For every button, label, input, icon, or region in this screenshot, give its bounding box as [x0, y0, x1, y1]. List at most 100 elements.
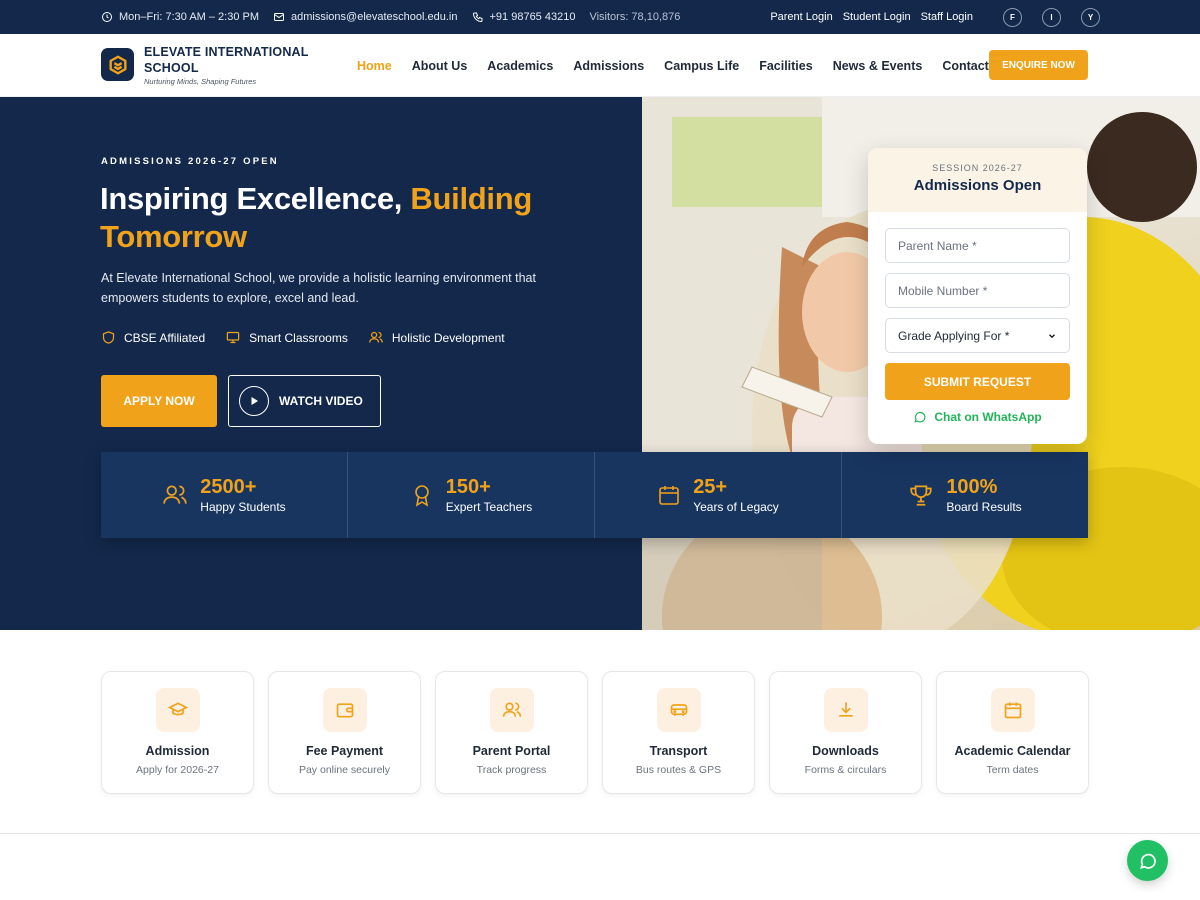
email-item[interactable]: admissions@elevateschool.edu.in: [273, 11, 458, 23]
whatsapp-label: Chat on WhatsApp: [934, 410, 1042, 424]
whatsapp-icon: [914, 411, 926, 423]
nav-home[interactable]: Home: [357, 59, 392, 73]
stat-results: 100% Board Results: [842, 452, 1088, 538]
form-title: Admissions Open: [913, 177, 1042, 194]
feature-holistic: Holistic Development: [368, 330, 505, 345]
feature-label: Smart Classrooms: [249, 330, 348, 345]
phone-text[interactable]: +91 98765 43210: [490, 11, 576, 23]
whatsapp-chat-link[interactable]: Chat on WhatsApp: [868, 410, 1087, 424]
quick-card-academic-calendar[interactable]: Academic Calendar Term dates: [936, 671, 1089, 794]
stat-label: Expert Teachers: [445, 500, 533, 514]
quick-card-fee-payment[interactable]: Fee Payment Pay online securely: [268, 671, 421, 794]
calendar-icon: [990, 688, 1035, 732]
phone-item[interactable]: +91 98765 43210: [472, 11, 576, 23]
users-icon: [163, 485, 187, 504]
users-icon: [489, 688, 534, 732]
users-icon: [368, 331, 383, 343]
trophy-icon: [910, 485, 932, 506]
quick-card-transport[interactable]: Transport Bus routes & GPS: [602, 671, 755, 794]
visitor-count: Visitors: 78,10,876: [589, 11, 681, 23]
staff-login-link[interactable]: Staff Login: [921, 11, 973, 23]
stat-students: 2500+ Happy Students: [101, 452, 348, 538]
school-logo-icon[interactable]: [101, 48, 134, 81]
bus-icon: [656, 688, 701, 732]
feature-smart-classrooms: Smart Classrooms: [225, 330, 348, 345]
student-login-link[interactable]: Student Login: [843, 11, 911, 23]
apply-now-button[interactable]: APPLY NOW: [101, 375, 217, 427]
shield-icon: [102, 331, 115, 344]
quick-card-subtitle: Term dates: [986, 764, 1039, 776]
quick-card-parent-portal[interactable]: Parent Portal Track progress: [435, 671, 588, 794]
section-divider: [0, 833, 1200, 834]
feature-cbse: CBSE Affiliated: [101, 330, 205, 345]
watch-video-button[interactable]: WATCH VIDEO: [228, 375, 381, 427]
watch-video-label: WATCH VIDEO: [279, 394, 363, 408]
quick-card-admission[interactable]: Admission Apply for 2026-27: [101, 671, 254, 794]
hours-item: Mon–Fri: 7:30 AM – 2:30 PM: [101, 11, 259, 23]
login-links: Parent Login Student Login Staff Login F…: [770, 0, 1100, 34]
play-icon: [239, 386, 269, 416]
download-icon: [823, 688, 868, 732]
nav-about-us[interactable]: About Us: [412, 59, 468, 73]
chat-bubble-icon: [1139, 853, 1156, 869]
contact-info: Mon–Fri: 7:30 AM – 2:30 PM admissions@el…: [101, 0, 680, 34]
chevron-down-icon: [1049, 333, 1055, 338]
email-text[interactable]: admissions@elevateschool.edu.in: [291, 11, 457, 23]
submit-request-button[interactable]: SUBMIT REQUEST: [885, 363, 1070, 400]
quick-card-title: Downloads: [812, 744, 879, 758]
facebook-icon[interactable]: F: [1003, 7, 1022, 27]
school-tagline: Nurturing Minds, Shaping Futures: [144, 77, 257, 86]
top-info-bar: Mon–Fri: 7:30 AM – 2:30 PM admissions@el…: [0, 0, 1200, 34]
award-icon: [414, 485, 429, 507]
hero-section: [0, 97, 642, 630]
stat-value: 150+: [445, 476, 491, 498]
hero-description: At Elevate International School, we prov…: [101, 271, 536, 305]
brand-block[interactable]: ELEVATE INTERNATIONAL SCHOOL Nurturing M…: [144, 44, 314, 86]
enquire-now-button[interactable]: ENQUIRE NOW: [989, 50, 1088, 80]
stat-label: Board Results: [946, 500, 1022, 514]
stat-legacy: 25+ Years of Legacy: [595, 452, 842, 538]
form-header: SESSION 2026-27 Admissions Open: [868, 148, 1087, 212]
grade-select-value: Grade Applying For *: [898, 328, 1010, 343]
quick-card-title: Fee Payment: [305, 744, 384, 758]
parent-login-link[interactable]: Parent Login: [770, 11, 832, 23]
wallet-icon: [322, 688, 367, 732]
hero-features: CBSE Affiliated Smart Classrooms Holisti…: [101, 330, 505, 345]
hero-eyebrow: ADMISSIONS 2026-27 OPEN: [101, 156, 279, 167]
stat-value: 2500+: [200, 476, 257, 498]
calendar-icon: [659, 486, 679, 505]
hero-title: Inspiring Excellence, Building Tomorrow: [100, 180, 570, 256]
instagram-icon[interactable]: I: [1042, 7, 1061, 27]
stats-strip: 2500+ Happy Students 150+ Expert Teachers …: [101, 452, 1088, 538]
stat-teachers: 150+ Expert Teachers: [348, 452, 595, 538]
nav-facilities[interactable]: Facilities: [759, 59, 813, 73]
nav-news-events[interactable]: News & Events: [833, 59, 923, 73]
nav-admissions[interactable]: Admissions: [573, 59, 644, 73]
quick-card-subtitle: Pay online securely: [298, 764, 391, 776]
quick-card-subtitle: Apply for 2026-27: [136, 764, 219, 776]
chat-fab-button[interactable]: [1127, 840, 1168, 881]
main-nav: Home About Us Academics Admissions Campu…: [357, 34, 1008, 97]
phone-icon: [472, 12, 482, 23]
quick-card-downloads[interactable]: Downloads Forms & circulars: [769, 671, 922, 794]
quick-card-title: Admission: [145, 744, 210, 758]
hero-title-main: Inspiring Excellence,: [100, 181, 411, 216]
nav-academics[interactable]: Academics: [487, 59, 553, 73]
quick-card-subtitle: Track progress: [476, 764, 547, 776]
admission-form-card: SESSION 2026-27 Admissions Open Parent N…: [868, 148, 1087, 444]
mail-icon: [274, 13, 285, 21]
stat-value: 25+: [693, 476, 728, 498]
parent-name-field[interactable]: Parent Name *: [885, 228, 1070, 263]
feature-label: CBSE Affiliated: [124, 330, 206, 345]
youtube-icon[interactable]: Y: [1081, 7, 1100, 27]
hours-text: Mon–Fri: 7:30 AM – 2:30 PM: [119, 11, 260, 23]
nav-campus-life[interactable]: Campus Life: [664, 59, 739, 73]
grade-select[interactable]: Grade Applying For *: [885, 318, 1070, 353]
quick-card-title: Transport: [649, 744, 708, 758]
stat-label: Happy Students: [200, 500, 286, 514]
quick-card-title: Academic Calendar: [954, 744, 1071, 758]
mobile-number-field[interactable]: Mobile Number *: [885, 273, 1070, 308]
clock-icon: [102, 12, 112, 22]
stat-value: 100%: [946, 476, 998, 498]
quick-card-subtitle: Bus routes & GPS: [635, 764, 722, 776]
